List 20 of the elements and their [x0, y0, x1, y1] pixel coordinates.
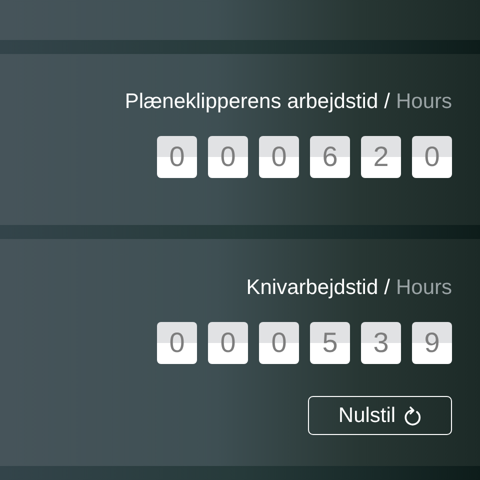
- digit-tile: 0: [259, 136, 299, 178]
- reset-icon: [404, 406, 422, 426]
- digit-tile: 0: [259, 322, 299, 364]
- digit-tile: 0: [157, 322, 197, 364]
- counter-label: Plæneklipperens arbejdstid: [124, 91, 378, 112]
- separator: /: [384, 91, 390, 112]
- digit-tile: 9: [412, 322, 452, 364]
- reset-button[interactable]: Nulstil: [308, 396, 452, 435]
- digit-tile: 3: [361, 322, 401, 364]
- unit-label: Hours: [396, 277, 452, 298]
- digit-tile: 0: [412, 136, 452, 178]
- digit-tile: 5: [310, 322, 350, 364]
- digit-tile: 2: [361, 136, 401, 178]
- digit-tile: 0: [208, 322, 248, 364]
- digit-tile: 0: [157, 136, 197, 178]
- separator: /: [384, 277, 390, 298]
- digit-tile: 6: [310, 136, 350, 178]
- digit-tile: 0: [208, 136, 248, 178]
- unit-label: Hours: [396, 91, 452, 112]
- counter-label: Knivarbejdstid: [246, 277, 378, 298]
